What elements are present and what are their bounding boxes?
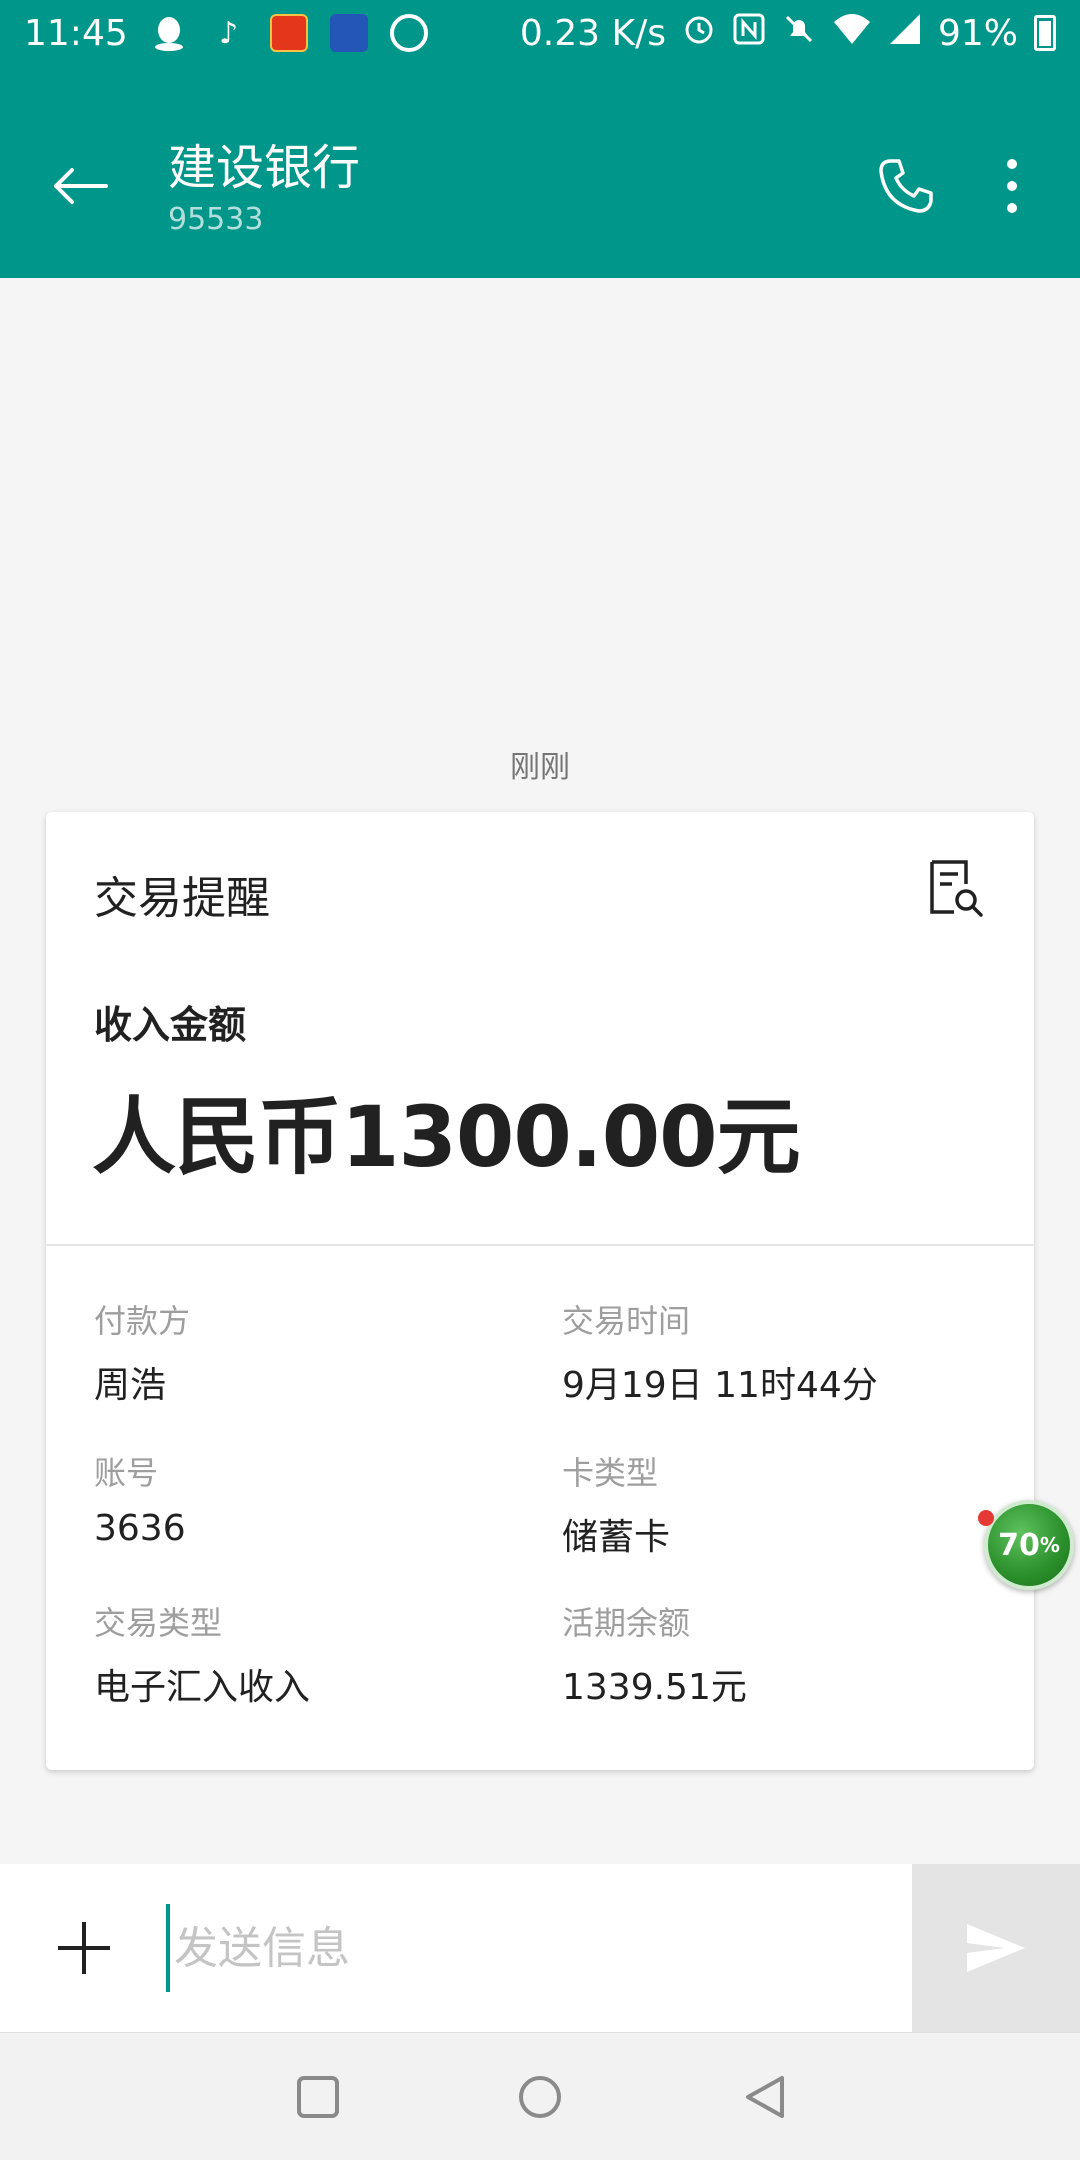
phone-icon: [879, 159, 933, 213]
field-balance: 活期余额 1339.51元: [562, 1598, 747, 1710]
app-bar: 建设银行 95533: [0, 66, 1080, 278]
recents-button[interactable]: [288, 2067, 348, 2127]
field-payer: 付款方 周浩: [94, 1296, 190, 1408]
field-value: 电子汇入收入: [94, 1667, 311, 1708]
call-button[interactable]: [870, 150, 942, 222]
field-label: 活期余额: [562, 1604, 691, 1642]
message-timestamp: 刚刚: [510, 750, 570, 785]
field-value: 储蓄卡: [562, 1517, 671, 1558]
field-label: 交易时间: [562, 1302, 691, 1340]
field-value: 1339.51元: [562, 1667, 747, 1708]
circle-icon: [519, 2076, 561, 2118]
qq-icon: [150, 14, 188, 52]
card-divider: [46, 1244, 1034, 1246]
card-title: 交易提醒: [94, 873, 270, 924]
amount-value: 人民币1300.00元: [92, 1088, 801, 1186]
back-button[interactable]: [44, 158, 116, 214]
boost-value: 70: [998, 1527, 1040, 1563]
battery-level: 91%: [937, 12, 1018, 54]
add-attachment-button[interactable]: [54, 1918, 114, 1978]
field-account: 账号 3636: [94, 1448, 186, 1549]
boost-unit: %: [1039, 1533, 1060, 1557]
notification-dot: [978, 1510, 994, 1526]
page-title: 建设银行: [168, 140, 361, 196]
field-transaction-time: 交易时间 9月19日 11时44分: [562, 1296, 878, 1408]
navigation-bar: [0, 2032, 1080, 2160]
nav-back-button[interactable]: [734, 2067, 794, 2127]
field-value: 9月19日 11时44分: [562, 1365, 878, 1406]
field-value: 3636: [94, 1508, 186, 1549]
contact-number: 95533: [168, 202, 264, 237]
document-search-icon[interactable]: [926, 858, 986, 918]
alarm-icon: [682, 12, 716, 55]
floating-boost-widget[interactable]: 70%: [984, 1500, 1074, 1590]
send-icon: [967, 1924, 1025, 1972]
field-label: 付款方: [94, 1302, 191, 1340]
more-options-button[interactable]: [988, 150, 1036, 222]
battery-icon: [1034, 15, 1056, 51]
home-button[interactable]: [510, 2067, 570, 2127]
signal-icon: [888, 12, 922, 55]
message-input[interactable]: [166, 1904, 866, 1992]
more-vert-icon: [1007, 159, 1017, 169]
field-label: 交易类型: [94, 1604, 223, 1642]
mute-icon: [782, 12, 816, 55]
field-label: 卡类型: [562, 1454, 659, 1492]
app-icon: [329, 14, 368, 52]
amount-label: 收入金额: [94, 1003, 247, 1047]
arrow-left-icon: [54, 168, 108, 204]
send-button[interactable]: [912, 1864, 1080, 2032]
triangle-back-icon: [746, 2076, 784, 2118]
app-icon: [269, 14, 308, 52]
field-card-type: 卡类型 储蓄卡: [562, 1448, 670, 1560]
nfc-icon: [732, 12, 766, 55]
status-bar: 11:45 ♪ 0.23 K/s 91%: [0, 0, 1080, 66]
field-label: 账号: [94, 1454, 159, 1492]
field-value: 周浩: [94, 1365, 167, 1406]
status-time: 11:45: [24, 12, 128, 54]
network-speed: 0.23 K/s: [519, 12, 666, 54]
wifi-icon: [832, 12, 872, 55]
square-icon: [297, 2076, 339, 2118]
compose-bar: [0, 1864, 1080, 2032]
field-transaction-type: 交易类型 电子汇入收入: [94, 1598, 310, 1710]
tiktok-icon: ♪: [219, 15, 239, 51]
sync-icon: [389, 14, 428, 52]
transaction-card[interactable]: 交易提醒 收入金额 人民币1300.00元 付款方 周浩 交易时间 9月19日 …: [46, 812, 1034, 1770]
